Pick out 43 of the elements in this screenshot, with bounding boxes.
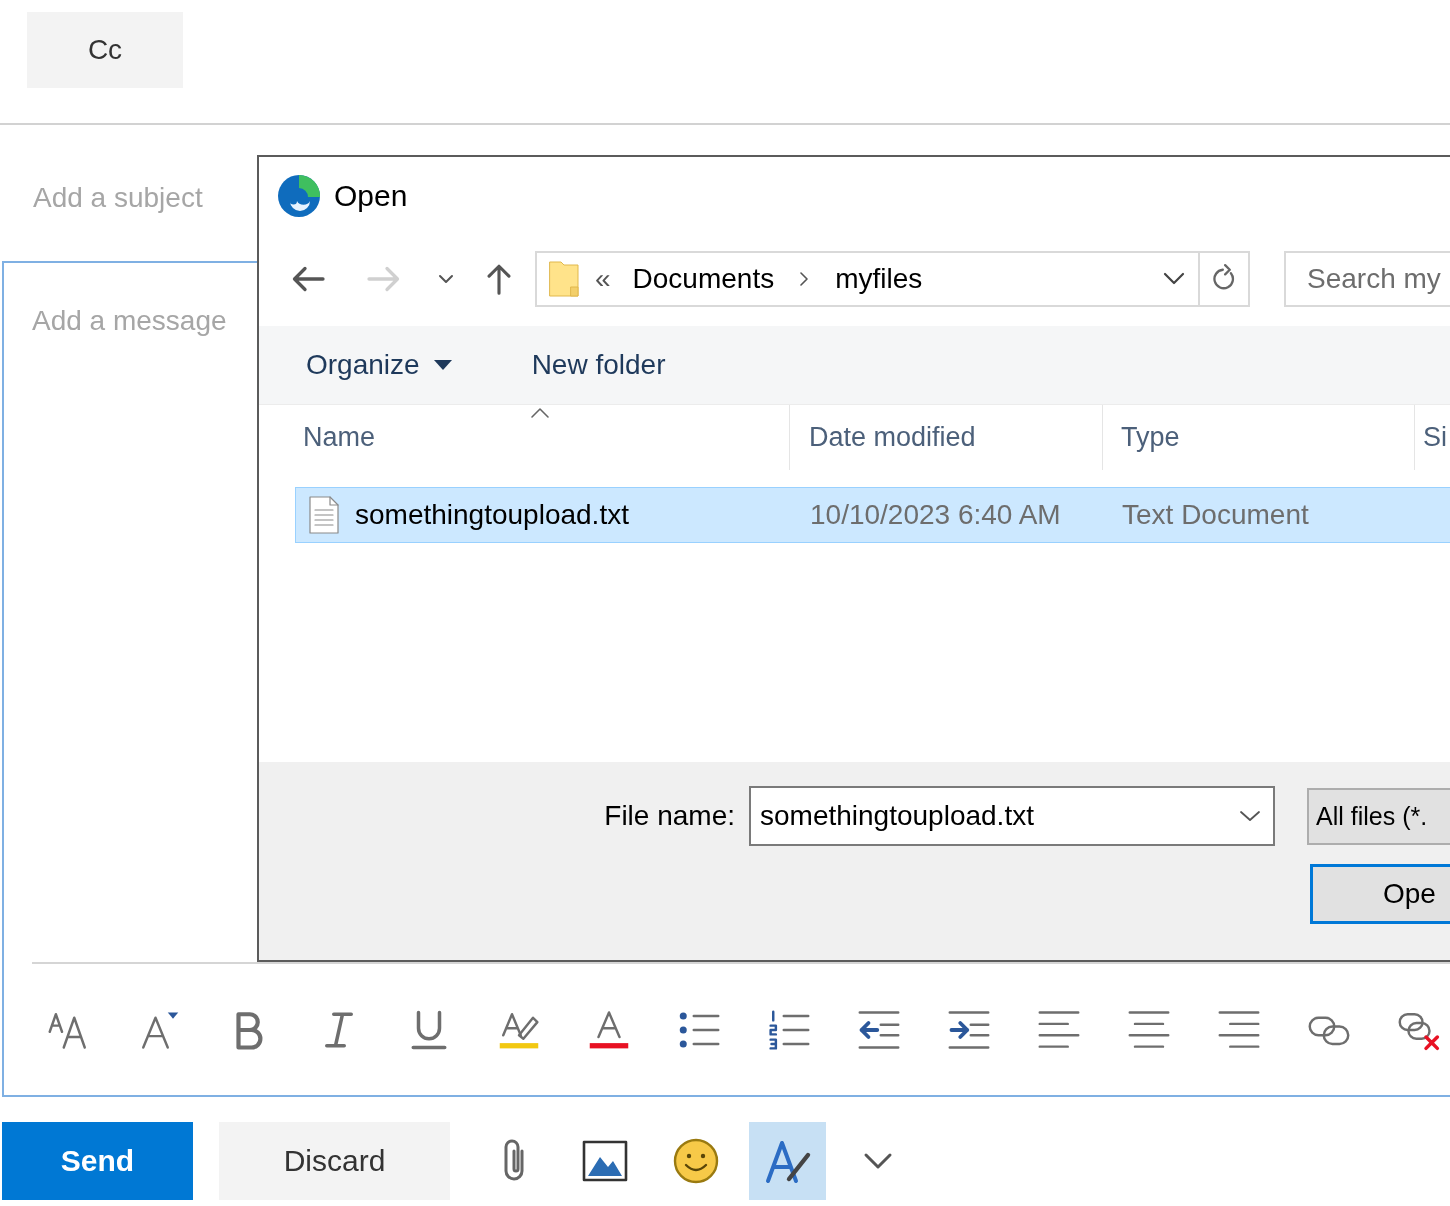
column-header[interactable]: Type xyxy=(1103,405,1415,470)
align-left-icon[interactable] xyxy=(1038,1008,1080,1051)
column-header[interactable]: Si xyxy=(1415,405,1450,470)
align-right-icon[interactable] xyxy=(1218,1008,1260,1051)
align-center-icon[interactable] xyxy=(1128,1008,1170,1051)
file-name-combobox[interactable]: somethingtoupload.txt xyxy=(749,786,1275,846)
discard-button[interactable]: Discard xyxy=(219,1122,450,1200)
file-name-label: File name: xyxy=(604,800,735,832)
file-date: 10/10/2023 6:40 AM xyxy=(809,499,1062,531)
chevron-down-icon[interactable] xyxy=(1239,809,1261,823)
dialog-title: Open xyxy=(334,179,408,213)
subject-field[interactable]: Add a subject xyxy=(33,178,248,218)
app-logo-icon xyxy=(278,175,320,217)
file-type-dropdown[interactable]: All files (*. xyxy=(1307,787,1450,845)
column-header[interactable]: Date modified xyxy=(790,405,1103,470)
file-type: Text Document xyxy=(1121,499,1310,531)
decrease-indent-icon[interactable] xyxy=(858,1008,900,1051)
editor-button[interactable] xyxy=(749,1122,826,1200)
cc-button[interactable]: Cc xyxy=(27,12,183,88)
file-name: somethingtoupload.txt xyxy=(355,499,629,531)
chevron-down-icon[interactable] xyxy=(1162,270,1186,287)
sort-caret-icon xyxy=(530,407,550,419)
open-button[interactable]: Ope xyxy=(1310,864,1450,924)
increase-indent-icon[interactable] xyxy=(948,1008,990,1051)
message-field[interactable]: Add a message xyxy=(32,305,258,942)
address-bar[interactable]: « Documents myfiles xyxy=(535,250,1250,307)
toolbar-button[interactable]: New folder xyxy=(531,349,666,381)
breadcrumb-separator-icon xyxy=(799,271,810,286)
emoji-icon[interactable] xyxy=(672,1137,720,1185)
folder-icon xyxy=(549,260,579,297)
overflow-chevrons[interactable]: « xyxy=(595,262,611,295)
send-button[interactable]: Send xyxy=(2,1122,193,1200)
organize-menu-button[interactable]: Organize xyxy=(306,349,452,381)
search-field[interactable]: Search my xyxy=(1284,250,1450,307)
chevron-down-icon[interactable] xyxy=(438,272,454,285)
column-header[interactable]: Name xyxy=(259,405,790,470)
numbered-list-icon[interactable] xyxy=(768,1008,810,1051)
breadcrumb-segment[interactable]: Documents xyxy=(632,262,775,295)
caret-down-icon xyxy=(433,360,452,370)
text-file-icon xyxy=(309,496,339,534)
breadcrumb-segment[interactable]: myfiles xyxy=(835,262,923,295)
file-row[interactable]: somethingtoupload.txt 10/10/2023 6:40 AM Text Document xyxy=(295,487,1450,543)
font-color-icon[interactable] xyxy=(588,1008,630,1051)
